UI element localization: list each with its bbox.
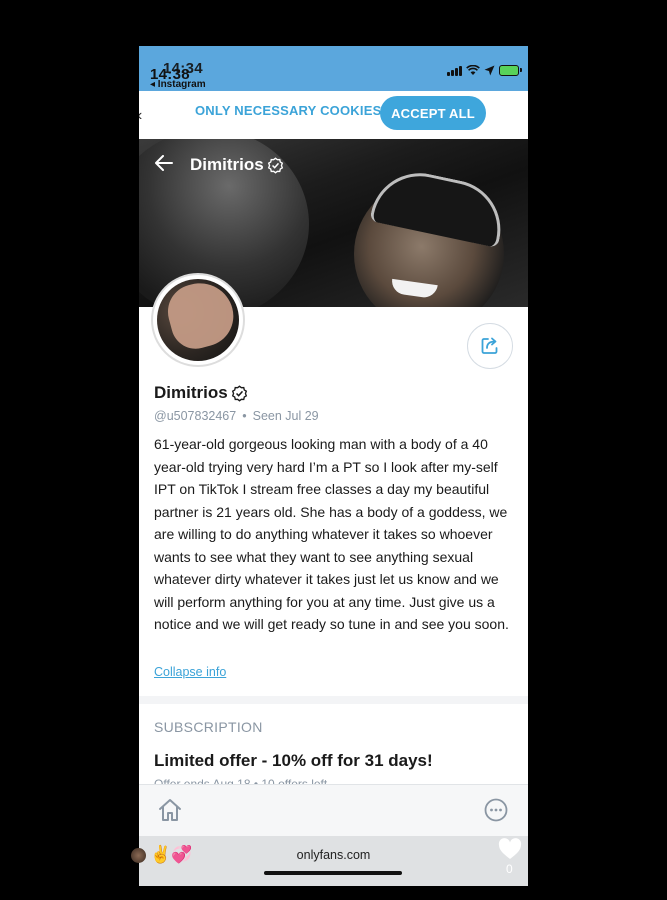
profile-name-row: Dimitrios — [154, 383, 248, 403]
subscription-card: SUBSCRIPTION Limited offer - 10% off for… — [139, 704, 528, 794]
story-reaction-row: ✌️💞 — [131, 845, 192, 865]
cookie-banner: ‹ ONLY NECESSARY COOKIES ACCEPT ALL — [139, 91, 528, 140]
avatar-photo — [157, 279, 239, 361]
avatar[interactable] — [153, 275, 243, 365]
status-icons — [447, 65, 522, 76]
profile-meta: @u507832467 • Seen Jul 29 — [154, 409, 319, 423]
wifi-icon — [466, 65, 480, 75]
cover-title-text: Dimitrios — [190, 155, 264, 174]
cover-title: Dimitrios — [190, 155, 284, 175]
meta-separator: • — [242, 409, 247, 423]
home-indicator[interactable] — [264, 871, 402, 875]
share-button[interactable] — [467, 323, 513, 369]
status-bar: 14:34 14:38 ◂ Instagram — [139, 46, 528, 91]
accept-all-cookies-button[interactable]: ACCEPT ALL — [380, 96, 486, 130]
url-label[interactable]: onlyfans.com — [139, 848, 528, 862]
location-icon — [484, 65, 495, 76]
subscription-heading: SUBSCRIPTION — [154, 719, 263, 735]
like-count: 0 — [506, 862, 513, 876]
last-seen: Seen Jul 29 — [252, 409, 319, 423]
reaction-emojis: ✌️💞 — [150, 845, 193, 864]
only-necessary-cookies-button[interactable]: ONLY NECESSARY COOKIES — [195, 103, 381, 118]
verified-badge-icon — [231, 384, 247, 402]
more-icon[interactable] — [484, 798, 508, 827]
mini-avatar — [131, 847, 146, 863]
battery-icon — [499, 65, 522, 76]
phone-screen: 14:34 14:38 ◂ Instagram ‹ ONLY NECESSARY… — [139, 46, 528, 886]
avatar-redaction — [161, 279, 239, 355]
profile-card: Dimitrios @u507832467 • Seen Jul 29 61-y… — [139, 275, 528, 696]
signal-icon — [447, 65, 462, 76]
share-icon — [481, 337, 498, 354]
offer-title: Limited offer - 10% off for 31 days! — [154, 751, 433, 770]
bottom-nav — [139, 784, 528, 837]
verified-badge-icon — [267, 156, 283, 174]
heart-icon[interactable] — [498, 838, 522, 865]
chevron-left-icon: ‹ — [139, 107, 142, 125]
profile-bio: 61-year-old gorgeous looking man with a … — [154, 436, 509, 632]
home-icon[interactable] — [157, 797, 183, 828]
profile-username: @u507832467 — [154, 409, 237, 423]
profile-name: Dimitrios — [154, 383, 228, 402]
back-arrow-icon[interactable] — [155, 153, 173, 175]
browser-bar: onlyfans.com — [139, 836, 528, 886]
back-to-app-link[interactable]: ◂ Instagram — [150, 79, 206, 90]
collapse-info-link[interactable]: Collapse info — [154, 665, 226, 679]
